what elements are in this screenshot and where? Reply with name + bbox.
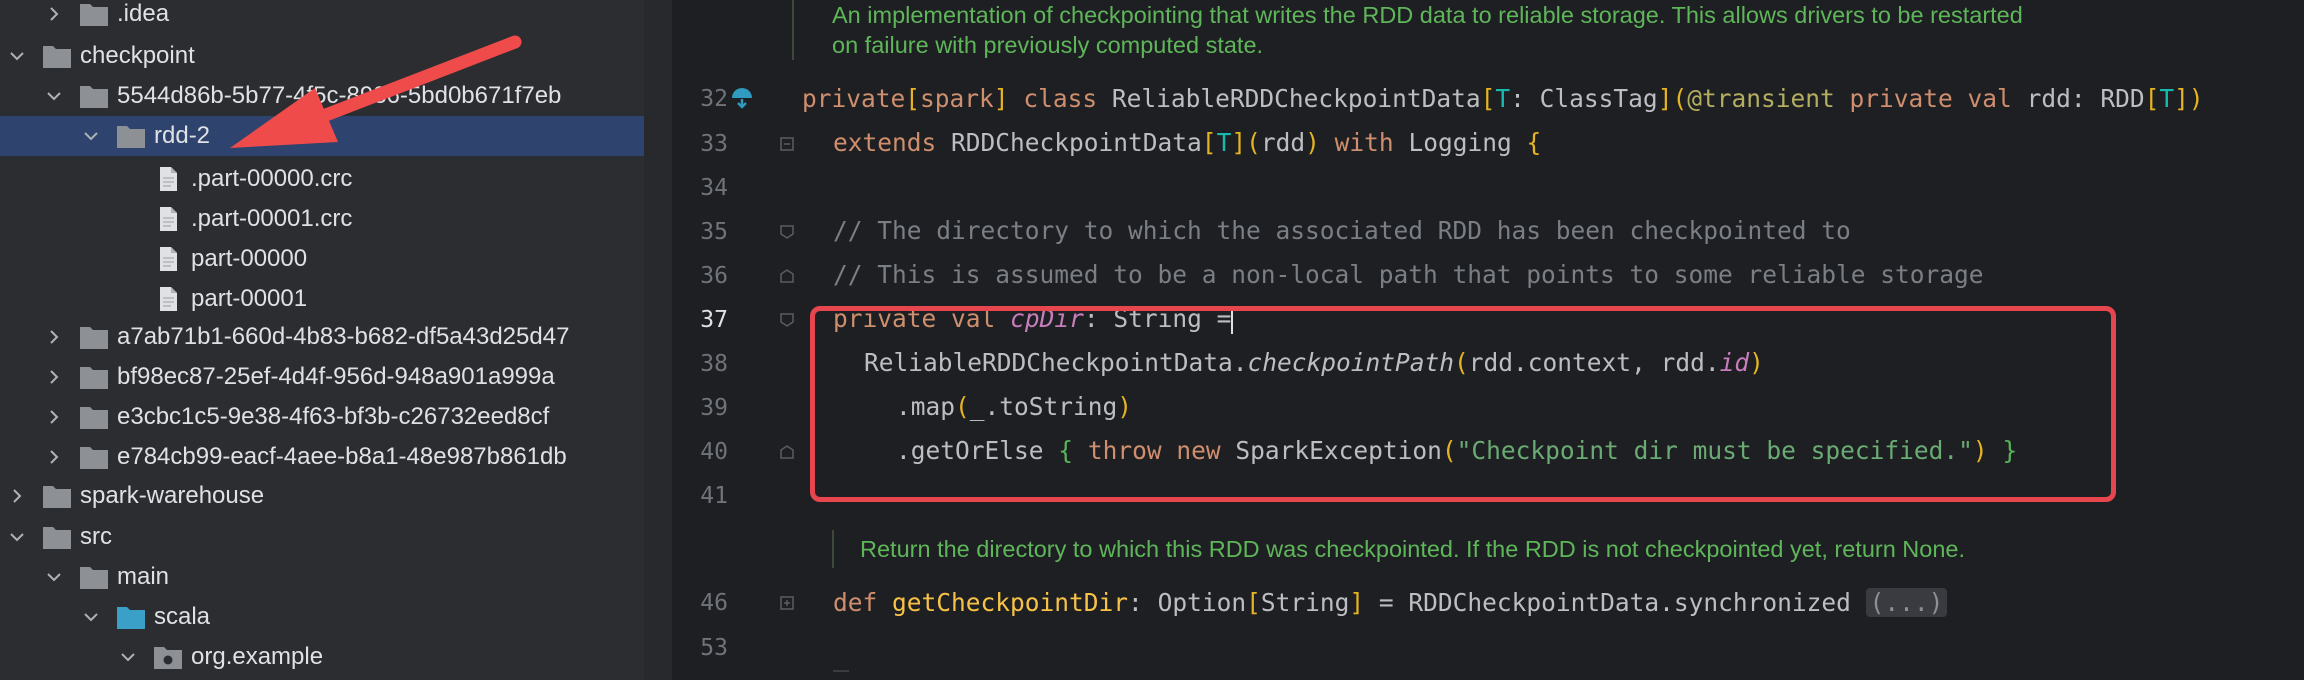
code-line-32[interactable]: private[spark] class ReliableRDDCheckpoi… <box>802 82 2204 116</box>
folder-icon <box>79 83 109 109</box>
tree-folder-item[interactable]: e3cbc1c5-9e38-4f63-bf3b-c26732eed8cf <box>0 397 644 437</box>
tree-item-label: .idea <box>117 0 170 27</box>
fold-close-icon[interactable] <box>780 445 794 459</box>
folder-icon <box>79 404 109 430</box>
collapsed-code-block[interactable]: (...) <box>1865 588 1948 617</box>
fold-open-icon[interactable] <box>780 313 794 327</box>
tree-file-item[interactable]: part-00001 <box>0 279 644 319</box>
tree-item-label: checkpoint <box>80 42 195 69</box>
doc-comment-line: Return the directory to which this RDD w… <box>860 536 1966 562</box>
code-comment-line[interactable]: // This is assumed to be a non-local pat… <box>833 258 1984 292</box>
tree-item-label: a7ab71b1-660d-4b83-b682-df5a43d25d47 <box>117 323 570 350</box>
fold-open-icon[interactable] <box>780 137 794 151</box>
tree-folder-item[interactable]: src <box>0 517 644 557</box>
code-line-46[interactable]: def getCheckpointDir: Option[String] = R… <box>833 586 1948 620</box>
tree-folder-item[interactable]: bf98ec87-25ef-4d4f-956d-948a901a999a <box>0 357 644 397</box>
annotation-arrow <box>230 35 522 148</box>
chevron-right-icon[interactable] <box>47 7 61 21</box>
file-icon <box>153 206 183 232</box>
line-number: 41 <box>700 483 728 509</box>
tree-folder-item[interactable]: e784cb99-eacf-4aee-b8a1-48e987b861db <box>0 437 644 477</box>
chevron-down-icon[interactable] <box>47 89 61 103</box>
chevron-down-icon[interactable] <box>84 610 98 624</box>
tree-item-label: org.example <box>191 643 324 670</box>
tree-file-item[interactable]: .part-00000.crc <box>0 159 644 199</box>
folder-icon <box>42 43 72 69</box>
chevron-down-icon[interactable] <box>84 129 98 143</box>
file-icon <box>153 286 183 312</box>
panel-divider[interactable] <box>644 0 672 680</box>
tree-item-label: scala <box>154 603 211 630</box>
chevron-right-icon[interactable] <box>47 450 61 464</box>
line-number: 34 <box>700 175 728 201</box>
code-comment-line[interactable]: // The directory to which the associated… <box>833 214 1851 248</box>
line-number: 46 <box>700 590 728 616</box>
code-line-33[interactable]: extends RDDCheckpointData[T](rdd) with L… <box>833 126 1541 160</box>
tree-item-label: bf98ec87-25ef-4d4f-956d-948a901a999a <box>117 363 555 390</box>
line-number: 35 <box>700 219 728 245</box>
source-folder-icon <box>116 604 146 630</box>
folder-icon <box>79 564 109 590</box>
class-marker-icon[interactable] <box>730 86 754 110</box>
tree-folder-item[interactable]: .idea <box>0 0 644 34</box>
tree-folder-item[interactable]: a7ab71b1-660d-4b83-b682-df5a43d25d47 <box>0 317 644 357</box>
line-number: 40 <box>700 439 728 465</box>
chevron-down-icon[interactable] <box>47 570 61 584</box>
tree-file-item[interactable]: part-00000 <box>0 239 644 279</box>
tree-item-label: .part-00001.crc <box>191 205 353 232</box>
folder-icon <box>79 1 109 27</box>
folder-icon <box>116 123 146 149</box>
line-number: 36 <box>700 263 728 289</box>
chevron-down-icon[interactable] <box>121 650 135 664</box>
folder-icon <box>79 364 109 390</box>
tree-item-label: main <box>117 563 170 590</box>
file-icon <box>153 246 183 272</box>
chevron-right-icon[interactable] <box>10 489 24 503</box>
doc-comment-bar <box>832 530 834 568</box>
tree-item-label: e784cb99-eacf-4aee-b8a1-48e987b861db <box>117 443 567 470</box>
chevron-right-icon[interactable] <box>47 410 61 424</box>
tree-item-label: rdd-2 <box>154 122 211 149</box>
tree-file-item[interactable]: .part-00001.crc <box>0 199 644 239</box>
chevron-down-icon[interactable] <box>10 530 24 544</box>
folder-icon <box>79 444 109 470</box>
line-number: 33 <box>700 131 728 157</box>
file-icon <box>153 166 183 192</box>
line-number: 39 <box>700 395 728 421</box>
tree-item-label: e3cbc1c5-9e38-4f63-bf3b-c26732eed8cf <box>117 403 550 430</box>
line-number: 38 <box>700 351 728 377</box>
tree-folder-item[interactable]: scala <box>0 597 644 637</box>
fold-open-icon[interactable] <box>780 225 794 239</box>
tree-folder-item[interactable]: main <box>0 557 644 597</box>
tree-folder-item[interactable]: org.example <box>0 637 644 677</box>
tree-folder-item[interactable]: spark-warehouse <box>0 476 644 516</box>
tree-item-label: spark-warehouse <box>80 482 265 509</box>
tree-item-label: part-00001 <box>191 285 308 312</box>
tree-item-label: .part-00000.crc <box>191 165 353 192</box>
chevron-right-icon[interactable] <box>47 330 61 344</box>
chevron-right-icon[interactable] <box>47 370 61 384</box>
doc-comment-line: An implementation of checkpointing that … <box>832 2 2023 28</box>
doc-comment-bar <box>792 0 794 60</box>
folder-icon <box>42 524 72 550</box>
folder-icon <box>79 324 109 350</box>
doc-comment-line: on failure with previously computed stat… <box>832 32 1264 58</box>
line-number-current: 37 <box>700 307 728 333</box>
folder-icon <box>42 483 72 509</box>
annotation-highlight-box <box>810 306 2116 502</box>
indent-guide <box>833 670 849 680</box>
line-number: 53 <box>700 635 728 661</box>
package-icon <box>153 644 183 670</box>
fold-close-icon[interactable] <box>780 269 794 283</box>
tree-item-label: src <box>80 523 112 550</box>
chevron-down-icon[interactable] <box>10 49 24 63</box>
tree-item-label: part-00000 <box>191 245 308 272</box>
line-number: 32 <box>700 86 728 112</box>
fold-expand-icon[interactable] <box>780 596 794 610</box>
